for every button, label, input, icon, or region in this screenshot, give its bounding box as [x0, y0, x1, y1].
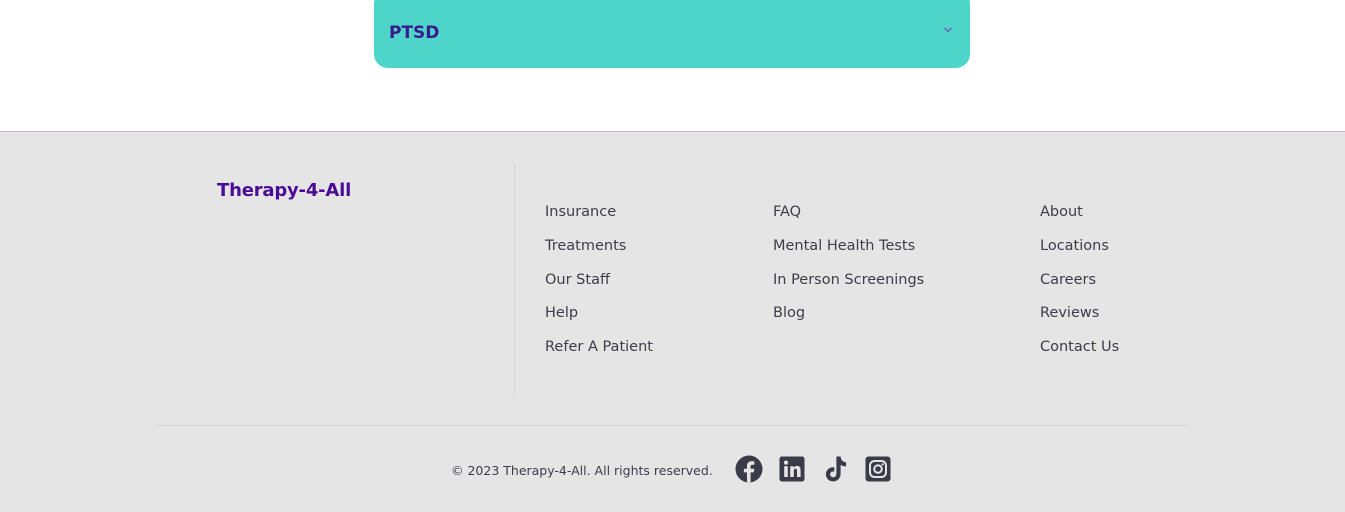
footer-link-blog[interactable]: Blog: [773, 304, 924, 338]
footer-link-mental-health-tests[interactable]: Mental Health Tests: [773, 237, 924, 271]
footer-link-about[interactable]: About: [1040, 203, 1119, 237]
footer-link-careers[interactable]: Careers: [1040, 271, 1119, 305]
footer-link-reviews[interactable]: Reviews: [1040, 304, 1119, 338]
site-footer: Therapy-4-All Insurance Treatments Our S…: [0, 131, 1345, 512]
footer-link-help[interactable]: Help: [545, 304, 653, 338]
footer-brand[interactable]: Therapy-4-All: [217, 180, 351, 201]
tiktok-icon[interactable]: [821, 455, 849, 483]
chevron-down-icon[interactable]: [943, 20, 953, 33]
facebook-icon[interactable]: [735, 455, 763, 483]
footer-column-1: Insurance Treatments Our Staff Help Refe…: [545, 203, 653, 372]
vertical-divider: [514, 163, 515, 395]
content-section: PTSD: [0, 0, 1345, 131]
footer-link-contact-us[interactable]: Contact Us: [1040, 338, 1119, 372]
accordion-label: PTSD: [389, 23, 440, 43]
linkedin-icon[interactable]: [778, 455, 806, 483]
footer-link-faq[interactable]: FAQ: [773, 203, 924, 237]
instagram-icon[interactable]: [864, 455, 892, 483]
footer-link-locations[interactable]: Locations: [1040, 237, 1119, 271]
accordion-ptsd[interactable]: PTSD: [374, 0, 970, 68]
footer-link-treatments[interactable]: Treatments: [545, 237, 653, 271]
footer-link-in-person-screenings[interactable]: In Person Screenings: [773, 271, 924, 305]
footer-column-2: FAQ Mental Health Tests In Person Screen…: [773, 203, 924, 338]
footer-column-3: About Locations Careers Reviews Contact …: [1040, 203, 1119, 372]
footer-link-our-staff[interactable]: Our Staff: [545, 271, 653, 305]
footer-link-refer-a-patient[interactable]: Refer A Patient: [545, 338, 653, 372]
copyright-text: © 2023 Therapy-4-All. All rights reserve…: [451, 463, 713, 478]
footer-link-insurance[interactable]: Insurance: [545, 203, 653, 237]
horizontal-divider: [156, 425, 1188, 426]
